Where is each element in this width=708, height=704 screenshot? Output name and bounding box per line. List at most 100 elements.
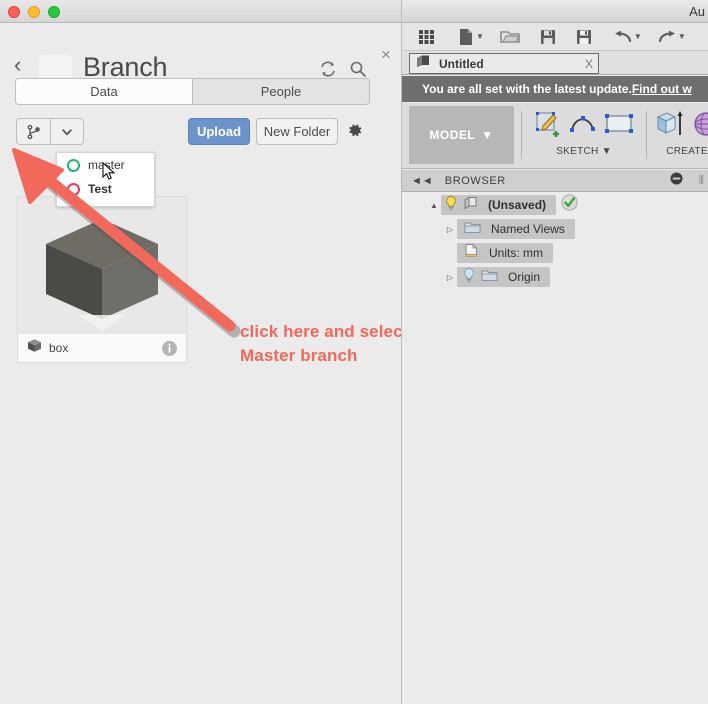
tree-node-pill: Units: mm — [457, 243, 553, 263]
fusion-quick-toolbar: ▼ ▼ ▼ — [402, 23, 708, 51]
ribbon-divider — [646, 111, 647, 159]
green-check-icon[interactable] — [561, 194, 578, 216]
upload-button[interactable]: Upload — [188, 118, 250, 145]
minimize-icon[interactable] — [670, 172, 683, 190]
screenshot-root: ‹ Branch × Data People Upload New Folder… — [0, 0, 708, 704]
back-button[interactable]: ‹ — [14, 54, 28, 76]
tree-node-origin[interactable]: ▷ Origin — [402, 265, 708, 289]
chevron-down-icon[interactable]: ▼ — [602, 146, 612, 157]
panel-header: ‹ Branch × — [0, 23, 401, 83]
document-tab-label: Untitled — [439, 56, 484, 71]
annotation-line-2: Master branch — [240, 346, 358, 365]
undo-icon[interactable]: ▼ — [602, 23, 646, 51]
disclosure-triangle-icon[interactable]: ▲ — [427, 201, 441, 210]
notification-text: You are all set with the latest update. — [422, 82, 632, 96]
browser-tree: ▲ (Unsaved) ▷ Named Views Units: mm ▷ Or… — [402, 193, 708, 289]
tree-expand-chevron-icon[interactable]: › — [35, 159, 51, 177]
ribbon-group-label: SKETCH — [556, 146, 599, 157]
tree-node-unsaved[interactable]: ▲ (Unsaved) — [402, 193, 708, 217]
window-minimize-button[interactable] — [28, 6, 40, 18]
open-folder-icon[interactable] — [490, 23, 530, 51]
new-folder-button[interactable]: New Folder — [256, 118, 338, 145]
create-sketch-icon[interactable] — [534, 110, 562, 143]
collapse-left-icon[interactable]: ◄◄ — [411, 175, 433, 187]
browser-panel-header: ◄◄ BROWSER ⦀ — [402, 170, 708, 192]
tab-data[interactable]: Data — [16, 79, 192, 104]
ribbon-group-sketch: SKETCH ▼ — [528, 106, 640, 164]
window-close-button[interactable] — [8, 6, 20, 18]
refresh-icon[interactable] — [318, 59, 338, 79]
branch-menu-item-label: Test — [88, 182, 112, 196]
branch-selector-group — [16, 118, 84, 145]
file-card-title: box — [49, 341, 69, 355]
revolve-icon[interactable] — [691, 109, 708, 144]
save-icon[interactable] — [530, 23, 566, 51]
branch-status-ring-icon — [67, 158, 80, 172]
update-notification-bar: You are all set with the latest update. … — [402, 76, 708, 102]
info-icon[interactable] — [161, 340, 178, 357]
tree-node-pill: Named Views — [457, 219, 575, 239]
close-icon[interactable]: × — [378, 46, 394, 63]
panel-resize-grip[interactable]: ⦀ — [699, 173, 704, 188]
fusion-titlebar: Au — [402, 0, 708, 23]
new-document-icon[interactable]: ▼ — [446, 23, 490, 51]
ribbon-group-label: CREATE — [666, 146, 708, 157]
chevron-down-icon[interactable]: ▼ — [678, 32, 686, 41]
fusion-app-title: Au — [689, 4, 705, 19]
file-card-footer: box — [18, 334, 186, 362]
branch-dropdown-menu: master Test — [56, 152, 155, 207]
spline-icon[interactable] — [569, 112, 597, 141]
tree-node-label: (Unsaved) — [488, 198, 547, 212]
window-zoom-button[interactable] — [48, 6, 60, 18]
gear-icon[interactable] — [345, 121, 364, 140]
annotation-text: click here and select Master branch — [240, 320, 401, 368]
chevron-down-icon[interactable]: ▼ — [634, 32, 642, 41]
tree-node-label: Origin — [508, 270, 541, 284]
folder-icon — [481, 268, 498, 287]
tree-node-units[interactable]: Units: mm — [402, 241, 708, 265]
notification-link[interactable]: Find out w — [632, 82, 692, 96]
chevron-down-icon[interactable]: ▼ — [476, 32, 484, 41]
save-as-icon[interactable] — [566, 23, 602, 51]
tree-node-label: Units: mm — [489, 246, 543, 260]
data-people-tabs: Data People — [15, 78, 370, 105]
mouse-cursor-icon — [102, 162, 116, 180]
chevron-down-icon[interactable]: ▼ — [481, 128, 493, 142]
lightbulb-icon[interactable] — [462, 267, 476, 288]
document-tab-bar: Untitled X — [402, 51, 708, 75]
disclosure-triangle-icon[interactable]: ▷ — [443, 225, 457, 234]
tree-node-named-views[interactable]: ▷ Named Views — [402, 217, 708, 241]
fusion-ribbon: MODEL ▼ SKETCH ▼ CREATE — [402, 103, 708, 169]
cube-icon — [26, 337, 43, 359]
units-document-icon — [464, 243, 479, 263]
workspace-switcher-button[interactable]: MODEL ▼ — [409, 106, 514, 164]
search-icon[interactable] — [348, 59, 368, 79]
grid-icon[interactable] — [402, 23, 446, 51]
fusion-app-window: Au ▼ ▼ ▼ Untitled X You are all set with… — [401, 0, 708, 704]
extrude-icon[interactable] — [654, 109, 684, 144]
branch-icon[interactable] — [17, 119, 50, 144]
chevron-down-icon[interactable] — [50, 119, 83, 144]
tree-node-label: Named Views — [491, 222, 565, 236]
ribbon-group-create: CREATE — [652, 106, 708, 164]
folder-icon — [464, 220, 481, 239]
left-titlebar — [0, 0, 401, 23]
browser-panel-label: BROWSER — [444, 174, 506, 187]
tab-people[interactable]: People — [192, 79, 369, 104]
tree-node-pill: (Unsaved) — [441, 195, 557, 216]
tree-collapse-triangle-icon[interactable] — [16, 160, 34, 178]
workspace-label: MODEL — [429, 128, 476, 142]
redo-icon[interactable]: ▼ — [646, 23, 690, 51]
close-icon[interactable]: X — [585, 57, 593, 71]
annotation-line-1: click here and select — [240, 322, 401, 341]
file-card-box[interactable]: box — [17, 196, 187, 363]
branch-status-ring-icon — [67, 182, 80, 196]
rectangle-icon[interactable] — [604, 113, 634, 140]
ribbon-divider — [521, 111, 522, 159]
disclosure-triangle-icon[interactable]: ▷ — [443, 273, 457, 282]
tree-node-pill: Origin — [457, 267, 551, 288]
document-tab-untitled[interactable]: Untitled X — [409, 53, 599, 74]
file-thumbnail — [18, 197, 186, 335]
lightbulb-icon[interactable] — [444, 195, 458, 216]
cube-icon — [415, 54, 431, 74]
